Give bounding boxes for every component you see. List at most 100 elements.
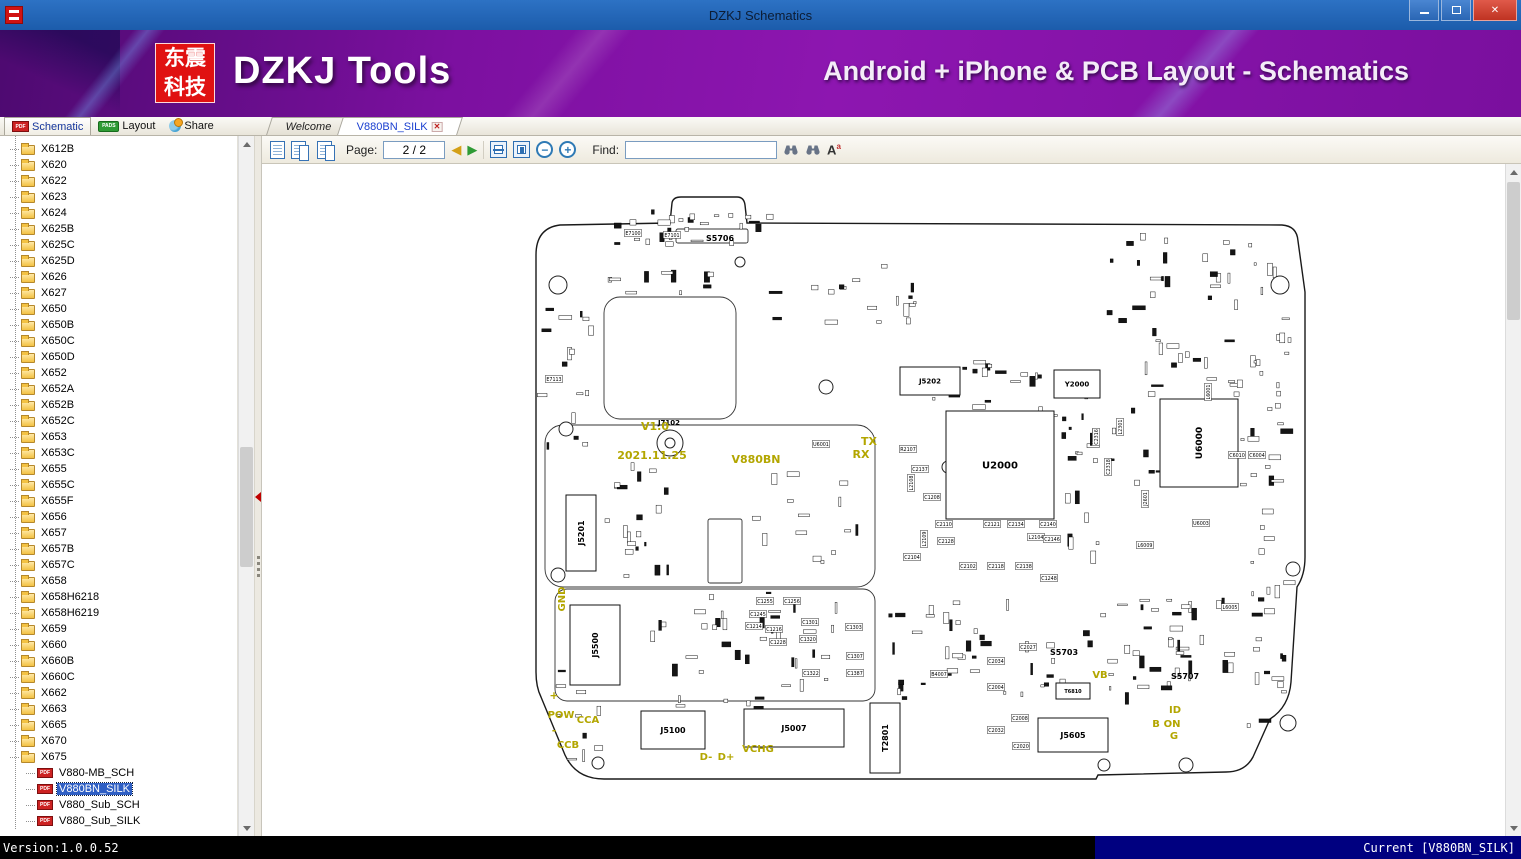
panel-splitter[interactable] [254, 136, 262, 836]
minimize-button[interactable] [1409, 0, 1439, 21]
tree-folder-x620[interactable]: X620 [10, 157, 237, 173]
tree-folder-x656[interactable]: X656 [10, 509, 237, 525]
folder-icon [21, 481, 35, 491]
tree-folder-x675[interactable]: X675 [10, 749, 237, 765]
scroll-up-icon[interactable] [239, 136, 254, 152]
window-title: DZKJ Schematics [0, 8, 1521, 23]
tree-folder-x660[interactable]: X660 [10, 637, 237, 653]
multi-page-icon[interactable] [291, 141, 306, 159]
tree-folder-x626[interactable]: X626 [10, 269, 237, 285]
tree-file-v880bn_silk[interactable]: PDFV880BN_SILK [10, 781, 237, 797]
zoom-out-icon[interactable]: − [536, 141, 553, 158]
next-page-icon[interactable]: ▶ [467, 142, 477, 158]
tree-folder-x670[interactable]: X670 [10, 733, 237, 749]
viewer-scrollbar-thumb[interactable] [1507, 182, 1520, 320]
tree-folder-x658[interactable]: X658 [10, 573, 237, 589]
pcb-board-outline [536, 197, 1305, 779]
tab-schematic[interactable]: PDF Schematic [4, 117, 91, 135]
folder-icon [21, 145, 35, 155]
tree-folder-x652b[interactable]: X652B [10, 397, 237, 413]
tree-folder-x660b[interactable]: X660B [10, 653, 237, 669]
tree-folder-x662[interactable]: X662 [10, 685, 237, 701]
svg-text:TX: TX [861, 435, 878, 448]
find-next-icon[interactable] [805, 144, 821, 156]
tree-folder-x612b[interactable]: X612B [10, 141, 237, 157]
tree-folder-x655f[interactable]: X655F [10, 493, 237, 509]
maximize-button[interactable] [1441, 0, 1471, 21]
tree-folder-x624[interactable]: X624 [10, 205, 237, 221]
tree-guide [10, 197, 19, 198]
logo-line1: 东震 [156, 44, 214, 73]
tree-folder-x650[interactable]: X650 [10, 301, 237, 317]
tree-file-v880-mb_sch[interactable]: PDFV880-MB_SCH [10, 765, 237, 781]
tree-folder-x655c[interactable]: X655C [10, 477, 237, 493]
collapse-panel-icon[interactable] [255, 492, 261, 502]
tree-folder-x653[interactable]: X653 [10, 429, 237, 445]
previous-page-icon[interactable]: ◀ [451, 142, 461, 158]
copy-page-icon[interactable] [317, 141, 332, 159]
svg-text:S5707: S5707 [1171, 672, 1199, 681]
pcb-svg[interactable]: J5202Y2000U2000U6000J5201J5500J5100J5007… [408, 167, 1358, 836]
font-size-icon[interactable]: Aa [827, 142, 841, 157]
tree-scrollbar-thumb[interactable] [240, 447, 253, 567]
tree-folder-x652c[interactable]: X652C [10, 413, 237, 429]
folder-icon [21, 513, 35, 523]
zoom-in-icon[interactable]: + [559, 141, 576, 158]
page-number-input[interactable] [383, 141, 445, 159]
viewer-row: J5202Y2000U2000U6000J5201J5500J5100J5007… [262, 164, 1521, 836]
scroll-up-icon[interactable] [1506, 164, 1521, 180]
svg-text:C1255: C1255 [757, 599, 773, 605]
tree-file-v880_sub_sch[interactable]: PDFV880_Sub_SCH [10, 797, 237, 813]
tree-folder-x652a[interactable]: X652A [10, 381, 237, 397]
tree-folder-x623[interactable]: X623 [10, 189, 237, 205]
viewer-scrollbar[interactable] [1505, 164, 1521, 836]
tree-guide [10, 501, 19, 502]
scroll-down-icon[interactable] [1506, 820, 1521, 836]
find-input[interactable] [625, 141, 777, 159]
maximize-icon [1452, 6, 1461, 14]
tree-folder-x658h6219[interactable]: X658H6219 [10, 605, 237, 621]
tree-folder-x657c[interactable]: X657C [10, 557, 237, 573]
doc-tab-v880bn-silk[interactable]: V880BN_SILK ✕ [337, 117, 462, 135]
tree-folder-x625d[interactable]: X625D [10, 253, 237, 269]
tab-share[interactable]: Share [162, 117, 220, 135]
fit-page-icon[interactable] [513, 141, 530, 158]
tree-folder-x660c[interactable]: X660C [10, 669, 237, 685]
tree-folder-x653c[interactable]: X653C [10, 445, 237, 461]
splitter-grip[interactable] [257, 556, 260, 559]
tree-file-v880_sub_silk[interactable]: PDFV880_Sub_SILK [10, 813, 237, 829]
tree-folder-x650c[interactable]: X650C [10, 333, 237, 349]
tab-layout[interactable]: PADS Layout [91, 117, 162, 135]
find-previous-icon[interactable] [783, 144, 799, 156]
svg-text:J5007: J5007 [780, 724, 806, 733]
tree-folder-x650b[interactable]: X650B [10, 317, 237, 333]
tree-folder-x659[interactable]: X659 [10, 621, 237, 637]
tree-folder-x657[interactable]: X657 [10, 525, 237, 541]
pcb-page[interactable]: J5202Y2000U2000U6000J5201J5500J5100J5007… [408, 167, 1358, 836]
svg-text:C1387: C1387 [847, 671, 863, 677]
svg-text:C2034: C2034 [988, 659, 1004, 665]
tree-folder-x657b[interactable]: X657B [10, 541, 237, 557]
tree-folder-x650d[interactable]: X650D [10, 349, 237, 365]
tree-folder-x625c[interactable]: X625C [10, 237, 237, 253]
tree-folder-x655[interactable]: X655 [10, 461, 237, 477]
tree-folder-x665[interactable]: X665 [10, 717, 237, 733]
document-viewer[interactable]: J5202Y2000U2000U6000J5201J5500J5100J5007… [262, 164, 1505, 836]
close-button[interactable]: ✕ [1473, 0, 1517, 21]
single-page-icon[interactable] [270, 141, 285, 159]
tree-scrollbar[interactable] [238, 136, 254, 836]
tree-folder-x652[interactable]: X652 [10, 365, 237, 381]
scroll-down-icon[interactable] [239, 820, 254, 836]
tree-folder-x663[interactable]: X663 [10, 701, 237, 717]
tree-guide [10, 293, 19, 294]
tab-close-icon[interactable]: ✕ [432, 122, 443, 132]
tree-guide [10, 741, 19, 742]
fit-width-icon[interactable] [490, 141, 507, 158]
folder-icon [21, 705, 35, 715]
tree-folder-x658h6218[interactable]: X658H6218 [10, 589, 237, 605]
svg-text:C2118: C2118 [988, 564, 1004, 570]
tree-folder-x622[interactable]: X622 [10, 173, 237, 189]
svg-text:U6001: U6001 [813, 442, 829, 448]
tree-folder-x627[interactable]: X627 [10, 285, 237, 301]
tree-folder-x625b[interactable]: X625B [10, 221, 237, 237]
